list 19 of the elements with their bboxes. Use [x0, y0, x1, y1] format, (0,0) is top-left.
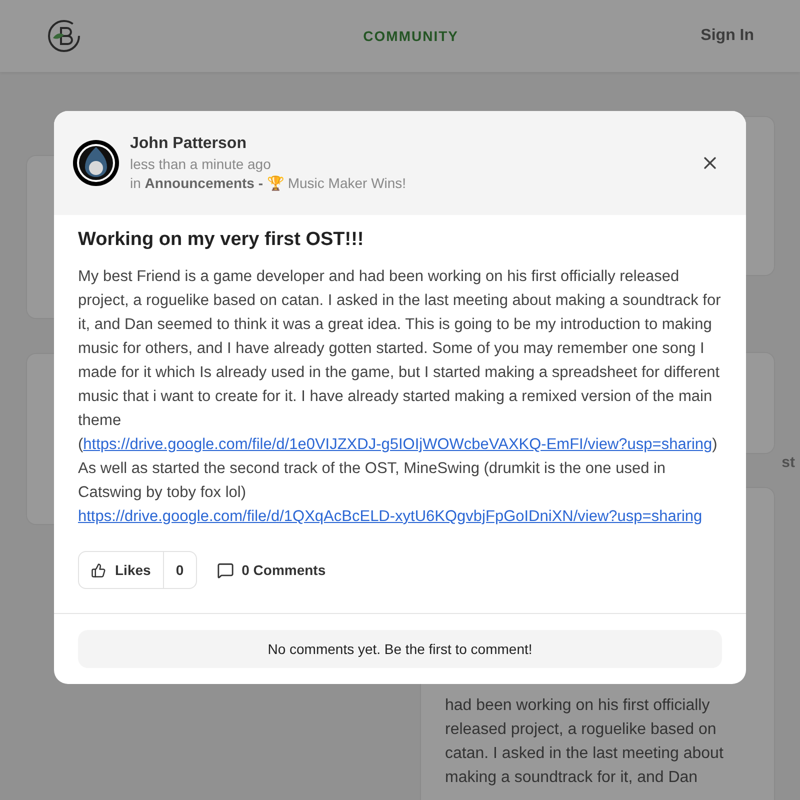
sign-in-link[interactable]: Sign In [700, 27, 754, 45]
avatar-icon [72, 139, 120, 187]
section-heading: st [782, 454, 795, 471]
post-title: Working on my very first OST!!! [78, 229, 365, 251]
likes-count: 0 [174, 561, 185, 580]
post-excerpt: had been working on his first officially released project, a roguelike based on catan. I asked in the last meeting about making a soundtrack for it, and Dan [444, 696, 724, 788]
drive-link[interactable]: https://drive.google.com/file/d/1e0VIJZXDJ-g5IOIjWOWcbeVAXKQ-EmFI/view?usp=sharing [83, 436, 712, 453]
comments-button[interactable]: 0 Comments [216, 562, 326, 578]
post-location: in Announcements - 🏆 Music Maker Wins! [130, 175, 408, 191]
author-name: John Patterson [130, 135, 248, 153]
post-body: My best Friend is a game developer and had been working on his first officially released project, a roguelike based on catan. I asked in the last meeting about making a soundtrack for it, and Dan seemed to think it was a great idea. This is going to be my introduction to making music for others, and I have already gotten started. Some of you may remember one song I made for it which Is already used in the game, but I started making a spreadsheet for different music that i want to create for it. I have already started making a remixed version of the main theme (https://drive.google.com/file/d/1e0VIJZXDJ-g5IOIjWOWcbeVAXKQ-EmFI/view?usp=sharing) As well as started the second track of the OST, MineSwing (drumkit is the one used in Catswing by toby fox lol) https://drive.google.com/file/d/1QXqAcBcELD-xytU6KQgvbjFpGoIDniXN/view?usp=sharing [78, 267, 722, 527]
drive-link[interactable]: https://drive.google.com/file/d/1QXqAcBcELD-xytU6KQgvbjFpGoIDniXN/view?usp=sharing [78, 508, 702, 525]
likes-button[interactable]: Likes [79, 552, 164, 588]
nav-link[interactable]: COMMUNITY [363, 28, 458, 44]
post-time: less than a minute ago [130, 156, 272, 172]
empty-comments-message: No comments yet. Be the first to comment! [78, 630, 722, 668]
logo-icon[interactable] [47, 19, 81, 53]
thumbs-up-icon [91, 562, 106, 578]
comment-icon [216, 562, 234, 578]
